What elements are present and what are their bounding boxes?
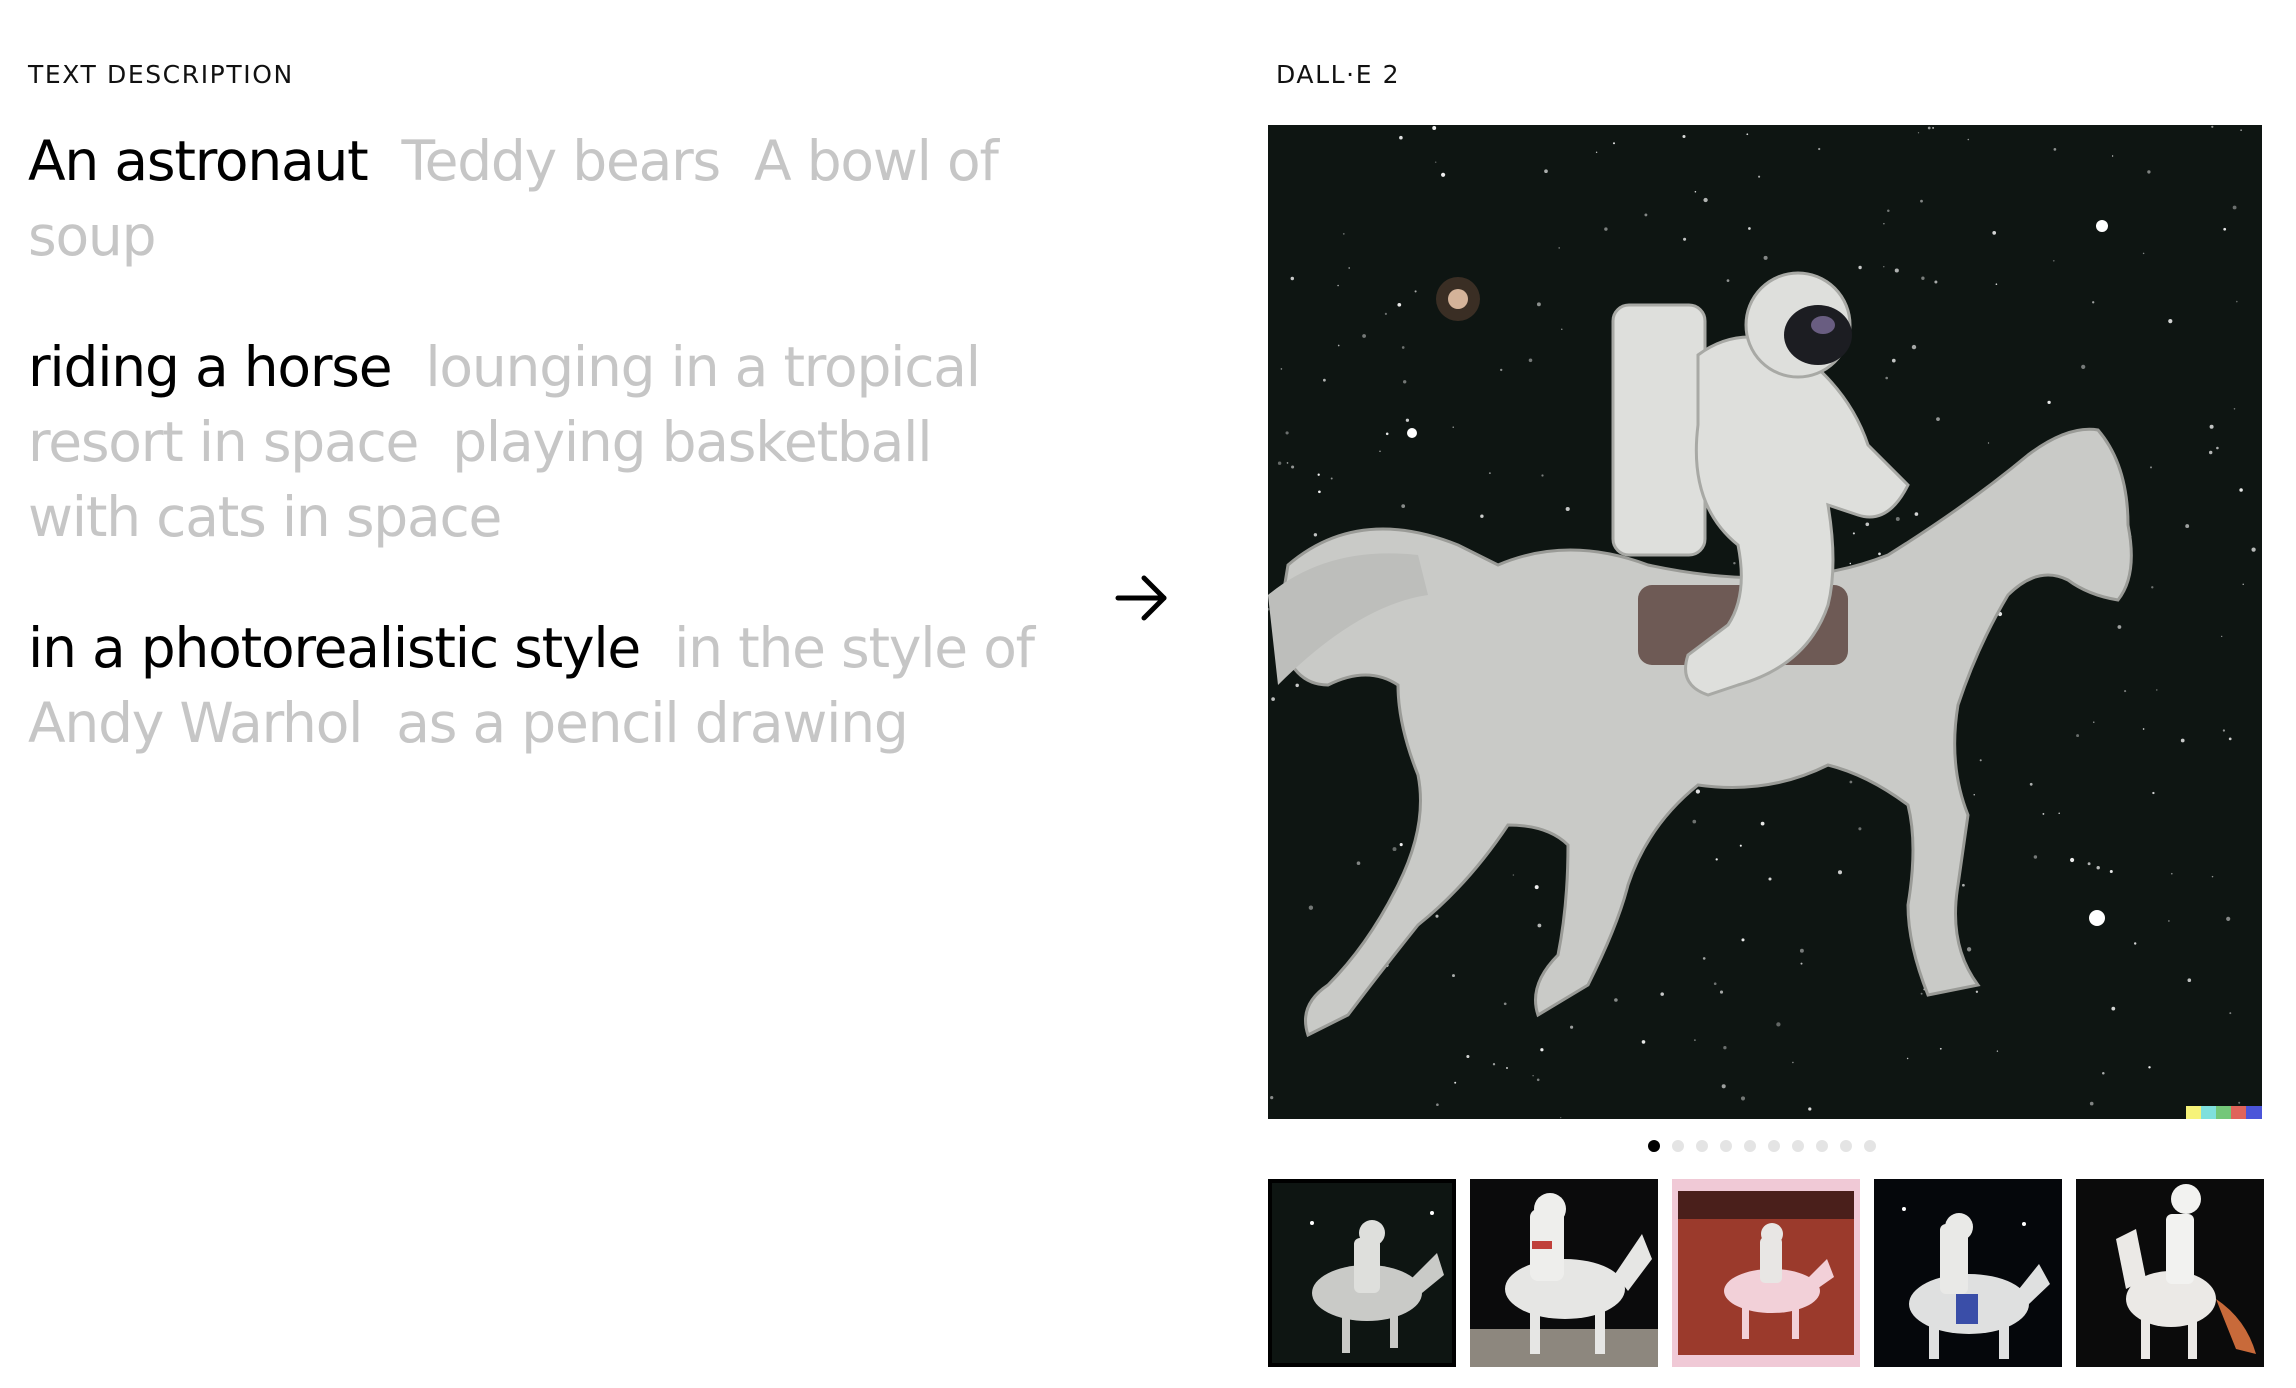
carousel-dot[interactable]: [1864, 1140, 1876, 1152]
action-option[interactable]: riding a horse: [28, 335, 393, 399]
thumbnail[interactable]: [1268, 1179, 1456, 1367]
subject-option[interactable]: Teddy bears: [402, 129, 722, 193]
style-option[interactable]: in a photorealistic style: [28, 616, 641, 680]
carousel-dot[interactable]: [1768, 1140, 1780, 1152]
carousel-dot[interactable]: [1816, 1140, 1828, 1152]
thumbnail[interactable]: [1672, 1179, 1860, 1367]
generated-image: [1268, 125, 2262, 1119]
carousel-dot[interactable]: [1696, 1140, 1708, 1152]
subject-options: An astronaut Teddy bears A bowl of soup: [28, 124, 1038, 274]
carousel-dots: [1648, 1140, 1876, 1152]
action-options: riding a horse lounging in a tropical res…: [28, 330, 1038, 555]
thumbnail[interactable]: [1470, 1179, 1658, 1367]
dalle-label: DALL·E 2: [1276, 60, 1401, 89]
thumbnail[interactable]: [1874, 1179, 2062, 1367]
style-options: in a photorealistic style in the style of…: [28, 611, 1038, 761]
arrow-right-icon[interactable]: [1112, 568, 1172, 628]
thumbnail-strip: [1268, 1179, 2264, 1367]
carousel-dot[interactable]: [1720, 1140, 1732, 1152]
thumbnail[interactable]: [2076, 1179, 2264, 1367]
subject-option[interactable]: An astronaut: [28, 129, 369, 193]
carousel-dot[interactable]: [1744, 1140, 1756, 1152]
carousel-dot[interactable]: [1792, 1140, 1804, 1152]
text-description-label: TEXT DESCRIPTION: [28, 60, 294, 89]
carousel-dot[interactable]: [1672, 1140, 1684, 1152]
carousel-dot[interactable]: [1648, 1140, 1660, 1152]
style-option[interactable]: as a pencil drawing: [396, 691, 909, 755]
carousel-dot[interactable]: [1840, 1140, 1852, 1152]
